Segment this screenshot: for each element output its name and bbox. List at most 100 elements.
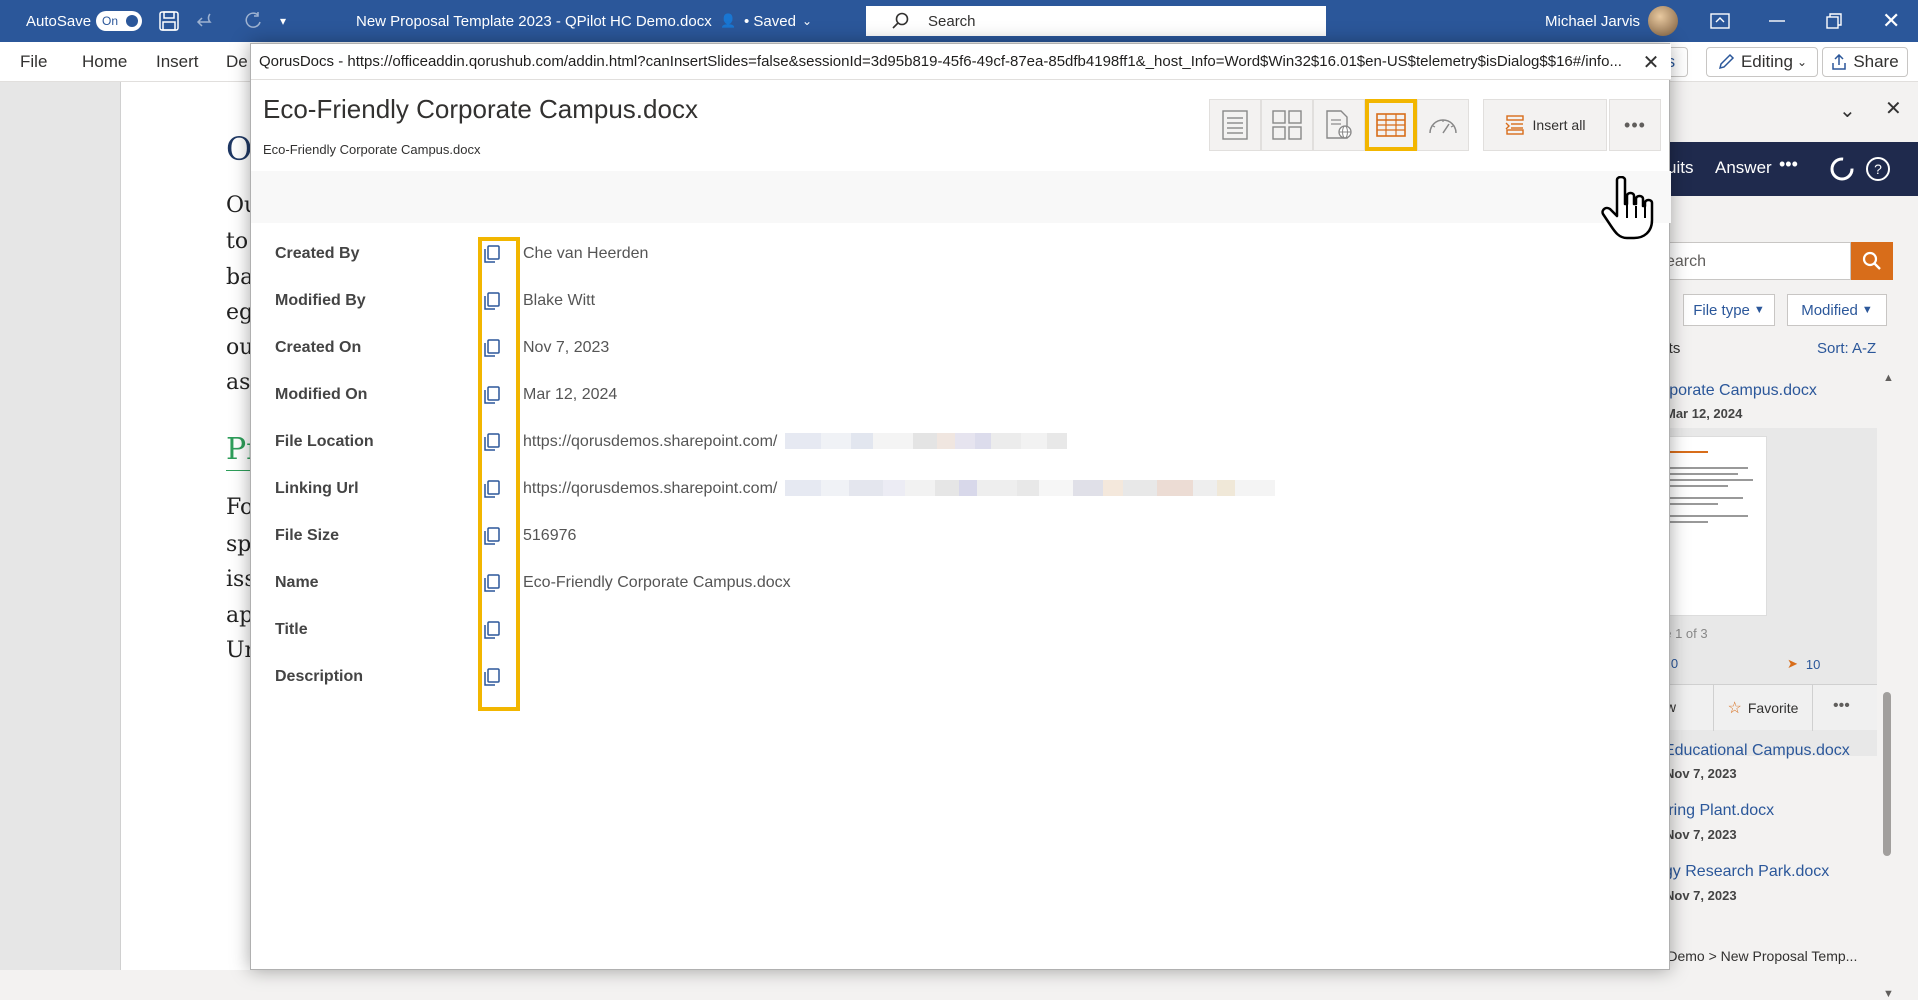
caret-down-icon: ▼ [1861,304,1873,316]
properties-table-button[interactable] [1365,99,1417,151]
word-search-box[interactable]: Search [866,6,1326,36]
minimize-icon[interactable] [1768,0,1786,42]
table-icon [1376,113,1406,137]
property-label: Modified On [275,386,368,403]
breadcrumb[interactable]: er Demo > New Proposal Temp... [1651,948,1857,964]
editing-label: Editing [1740,52,1793,71]
usage-count[interactable]: ➤ 10 [1787,656,1820,672]
result-title[interactable]: ogy Research Park.docx [1655,863,1829,881]
text-lines-icon [1222,110,1248,140]
property-value: Eco-Friendly Corporate Campus.docx [523,574,791,591]
star-icon: ☆ [1727,700,1742,717]
property-row-file-size: File Size 516976 [251,513,1671,560]
result-title[interactable]: orporate Campus.docx [1655,382,1817,400]
usage-count-value: 10 [1805,656,1821,672]
property-value: https://qorusdemos.sharepoint.com/ [523,433,778,450]
property-value: https://qorusdemos.sharepoint.com/ [523,480,778,497]
pane-search-button[interactable] [1851,242,1893,280]
redacted-url-blur [785,480,1275,498]
qorusdocs-side-pane: ⌄ ✕ uits Answer ••• ? s search File type… [1650,82,1918,1000]
document-heading: O [226,130,253,168]
gauge-icon [1429,119,1457,134]
pointer-icon: ➤ [1787,656,1798,671]
save-icon[interactable] [158,0,180,42]
text-view-button[interactable] [1209,99,1261,151]
more-actions-icon[interactable]: ••• [1833,697,1850,715]
property-label: File Size [275,527,340,544]
analytics-gauge-button[interactable] [1417,99,1469,151]
close-pane-icon[interactable]: ✕ [1885,96,1902,121]
pane-nav-answer[interactable]: Answer [1715,158,1772,178]
caret-down-icon: ▼ [1753,304,1765,316]
modified-filter[interactable]: Modified ▼ [1787,294,1887,326]
tab-file[interactable]: File [20,42,47,82]
pane-search-input[interactable]: search [1651,242,1851,280]
dialog-close-icon[interactable]: ✕ [1633,44,1669,80]
property-label: Title [275,621,308,638]
result-date: Nov 7, 2023 [1665,766,1737,781]
result-preview-area[interactable]: ge 1 of 3 ■0 ➤10 iew ☆Favorite ••• [1651,428,1877,756]
user-name[interactable]: Michael Jarvis [1545,0,1640,42]
more-options-icon[interactable]: ••• [1779,154,1798,175]
avatar[interactable] [1648,0,1678,42]
redo-icon[interactable] [242,0,264,42]
scrollbar-thumb[interactable] [1883,692,1891,856]
saved-status[interactable]: • Saved [744,0,796,42]
document-thumbnail[interactable] [1657,436,1767,616]
view-toolbar [1209,99,1469,151]
autosave-toggle[interactable]: On [96,0,142,42]
ribbon-display-icon[interactable] [1710,0,1730,42]
share-person-icon: 👤 [720,13,737,28]
share-button[interactable]: Share [1822,47,1908,77]
pane-header-bar: uits Answer ••• ? [1651,142,1918,196]
property-value: Mar 12, 2024 [523,386,618,403]
close-window-icon[interactable]: ✕ [1882,0,1900,42]
comment-count-value: 0 [1670,656,1679,671]
tab-design[interactable]: De [226,42,248,82]
share-icon [1832,54,1847,70]
property-row-title: Title [251,607,1671,654]
autosave-toggle-state[interactable]: On [96,11,142,31]
tab-insert[interactable]: Insert [156,42,199,82]
more-options-button[interactable]: ••• [1609,99,1661,151]
qorus-logo-icon[interactable] [1829,156,1855,182]
svg-text:?: ? [1874,161,1882,177]
property-label: Name [275,574,319,591]
result-title[interactable]: turing Plant.docx [1655,802,1774,820]
dialog-url-bar: QorusDocs - https://officeaddin.qorushub… [251,44,1671,80]
document-globe-icon [1326,110,1352,139]
undo-icon[interactable] [196,0,218,42]
grid-view-button[interactable] [1261,99,1313,151]
hand-pointer-icon [1601,176,1654,240]
restore-icon[interactable] [1826,0,1842,42]
insert-icon [1505,115,1524,135]
collapse-pane-icon[interactable]: ⌄ [1839,98,1856,123]
insert-all-button[interactable]: Insert all [1483,99,1607,151]
property-row-created-by: Created By Che van Heerden [251,231,1671,278]
editing-mode-button[interactable]: Editing ⌄ [1706,47,1818,77]
saved-chevron-icon[interactable]: ⌄ [802,0,812,42]
scroll-down-icon[interactable]: ▼ [1883,988,1894,1000]
pane-scrollbar[interactable]: ▲ ▼ [1881,372,1894,1000]
autosave-label: AutoSave [26,12,92,30]
sort-dropdown[interactable]: Sort: A-Z [1817,340,1876,357]
property-label: Linking Url [275,480,359,497]
document-globe-button[interactable] [1313,99,1365,151]
tab-home[interactable]: Home [82,42,127,82]
file-type-filter[interactable]: File type ▼ [1683,294,1775,326]
favorite-button[interactable]: ☆ Favorite [1713,685,1813,731]
result-title[interactable]: t Educational Campus.docx [1655,742,1850,760]
customize-qat-icon[interactable]: ▾ [280,0,286,42]
document-text: as [226,370,251,395]
dialog-url-text: QorusDocs - https://officeaddin.qorushub… [259,53,1622,70]
insert-all-label: Insert all [1532,117,1586,133]
copy-icons-highlight [478,237,520,711]
property-row-description: Description [251,654,1671,701]
help-icon[interactable]: ? [1865,156,1891,182]
search-placeholder: Search [928,12,976,30]
result-date: Nov 7, 2023 [1665,888,1737,903]
property-label: Created On [275,339,362,356]
scroll-up-icon[interactable]: ▲ [1883,372,1894,384]
chevron-down-icon: ⌄ [1796,55,1808,69]
result-date: Mar 12, 2024 [1665,406,1743,421]
